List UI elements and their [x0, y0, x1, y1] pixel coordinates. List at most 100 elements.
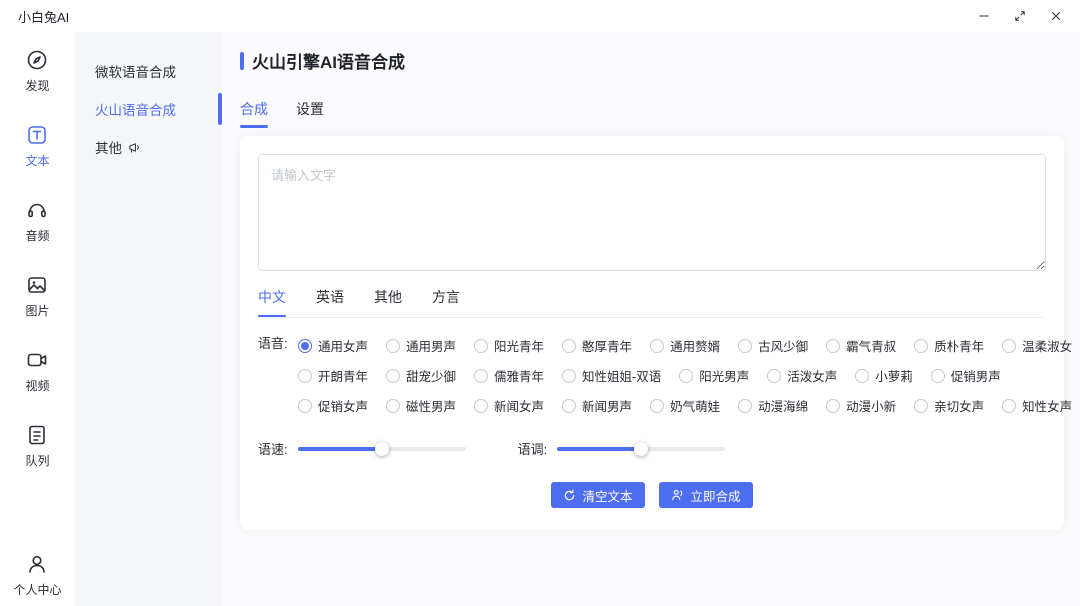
speed-slider[interactable] [298, 441, 466, 457]
voice-option[interactable]: 磁性男声 [386, 396, 456, 415]
sidebar-item-label: 队列 [25, 452, 49, 469]
slider-fill [557, 447, 641, 451]
voice-option[interactable]: 亲切女声 [914, 396, 984, 415]
submenu: 微软语音合成 火山语音合成 其他 [75, 32, 222, 606]
voice-option[interactable]: 活泼女声 [767, 366, 837, 385]
pitch-label: 语调: [518, 439, 548, 458]
radio-icon [474, 399, 488, 413]
sidebar-item-text[interactable]: 文本 [25, 123, 49, 169]
voice-option[interactable]: 开朗青年 [298, 366, 368, 385]
voice-option[interactable]: 新闻男声 [562, 396, 632, 415]
voice-option[interactable]: 通用女声 [298, 336, 368, 355]
close-button[interactable] [1042, 4, 1070, 28]
voice-option[interactable]: 质朴青年 [914, 336, 984, 355]
sidebar-item-label: 视频 [25, 377, 49, 394]
voice-option[interactable]: 霸气青叔 [826, 336, 896, 355]
tab-synthesize[interactable]: 合成 [240, 99, 268, 128]
voice-row: 开朗青年 甜宠少御 儒雅青年 知性姐姐-双语 阳光男声 活泼女声 小萝莉 促销男… [298, 366, 1072, 385]
main-content: 火山引擎AI语音合成 合成 设置 中文 英语 其他 方言 语音: 通用女声 通用… [222, 32, 1080, 606]
voice-option[interactable]: 动漫小新 [826, 396, 896, 415]
submenu-item-volcano-tts[interactable]: 火山语音合成 [75, 90, 222, 128]
slider-thumb[interactable] [375, 442, 389, 456]
radio-icon [562, 339, 576, 353]
radio-icon [386, 369, 400, 383]
voice-option[interactable]: 知性姐姐-双语 [562, 366, 661, 385]
action-buttons: 清空文本 立即合成 [258, 482, 1046, 512]
submenu-item-label: 其他 [95, 137, 122, 157]
lang-tab-dialect[interactable]: 方言 [432, 287, 460, 317]
submenu-item-microsoft-tts[interactable]: 微软语音合成 [75, 52, 222, 90]
voice-section: 语音: 通用女声 通用男声 阳光青年 憨厚青年 通用赘婿 古风少御 霸气青叔 质… [258, 336, 1046, 415]
radio-icon [298, 399, 312, 413]
voice-option[interactable]: 温柔淑女 [1002, 336, 1072, 355]
radio-icon [914, 339, 928, 353]
voice-option[interactable]: 新闻女声 [474, 396, 544, 415]
pitch-slider-group: 语调: [518, 439, 726, 458]
page-title: 火山引擎AI语音合成 [252, 48, 405, 73]
voice-rows: 通用女声 通用男声 阳光青年 憨厚青年 通用赘婿 古风少御 霸气青叔 质朴青年 … [298, 336, 1072, 415]
titlebar: 小白兔AI [0, 0, 1080, 32]
queue-icon [25, 423, 49, 447]
pitch-slider[interactable] [557, 441, 725, 457]
main-tabs: 合成 设置 [240, 99, 1064, 128]
clear-text-button[interactable]: 清空文本 [551, 482, 644, 508]
image-icon [25, 273, 49, 297]
maximize-icon [1013, 9, 1027, 23]
voice-option[interactable]: 知性女声 [1002, 396, 1072, 415]
submenu-item-label: 火山语音合成 [95, 99, 176, 119]
radio-icon [826, 339, 840, 353]
submenu-item-label: 微软语音合成 [95, 61, 176, 81]
sidebar-item-queue[interactable]: 队列 [25, 423, 49, 469]
voice-option[interactable]: 小萝莉 [855, 366, 913, 385]
slider-thumb[interactable] [634, 442, 648, 456]
lang-tab-chinese[interactable]: 中文 [258, 287, 286, 317]
voice-option[interactable]: 儒雅青年 [474, 366, 544, 385]
sidebar-item-video[interactable]: 视频 [25, 348, 49, 394]
lang-tab-english[interactable]: 英语 [316, 287, 344, 317]
lang-tab-other[interactable]: 其他 [374, 287, 402, 317]
text-input[interactable] [258, 154, 1046, 271]
submenu-item-other[interactable]: 其他 [75, 128, 222, 166]
text-icon [25, 123, 49, 147]
radio-icon [738, 399, 752, 413]
radio-icon [767, 369, 781, 383]
voice-option[interactable]: 促销男声 [931, 366, 1001, 385]
discover-icon [25, 48, 49, 72]
radio-icon [650, 339, 664, 353]
synthesize-icon [671, 488, 685, 502]
maximize-button[interactable] [1006, 4, 1034, 28]
synthesize-button[interactable]: 立即合成 [659, 482, 753, 508]
minimize-button[interactable] [970, 4, 998, 28]
sidebar-item-audio[interactable]: 音频 [25, 198, 49, 244]
page-header: 火山引擎AI语音合成 [240, 48, 1064, 73]
sidebar-item-discover[interactable]: 发现 [25, 48, 49, 94]
voice-option[interactable]: 憨厚青年 [562, 336, 632, 355]
tab-settings[interactable]: 设置 [296, 99, 324, 128]
voice-option[interactable]: 奶气萌娃 [650, 396, 720, 415]
sidebar: 发现 文本 音频 图片 视频 队列 个人中心 [0, 32, 75, 606]
voice-option[interactable]: 阳光男声 [679, 366, 749, 385]
radio-icon [386, 399, 400, 413]
voice-option[interactable]: 促销女声 [298, 396, 368, 415]
close-icon [1049, 9, 1063, 23]
sidebar-item-label: 发现 [25, 77, 49, 94]
voice-option[interactable]: 古风少御 [738, 336, 808, 355]
radio-icon [738, 339, 752, 353]
sidebar-item-image[interactable]: 图片 [25, 273, 49, 319]
voice-option[interactable]: 阳光青年 [474, 336, 544, 355]
slider-fill [298, 447, 382, 451]
voice-option[interactable]: 通用男声 [386, 336, 456, 355]
radio-icon [474, 339, 488, 353]
sidebar-item-profile[interactable]: 个人中心 [13, 552, 61, 598]
voice-option[interactable]: 甜宠少御 [386, 366, 456, 385]
voice-option[interactable]: 通用赘婿 [650, 336, 720, 355]
voice-option[interactable]: 动漫海绵 [738, 396, 808, 415]
speed-slider-group: 语速: [258, 439, 466, 458]
audio-icon [25, 198, 49, 222]
voice-row: 促销女声 磁性男声 新闻女声 新闻男声 奶气萌娃 动漫海绵 动漫小新 亲切女声 … [298, 396, 1072, 415]
sidebar-item-label: 个人中心 [13, 581, 61, 598]
radio-icon [562, 369, 576, 383]
radio-icon [386, 339, 400, 353]
voice-label: 语音: [258, 336, 298, 415]
radio-icon [855, 369, 869, 383]
